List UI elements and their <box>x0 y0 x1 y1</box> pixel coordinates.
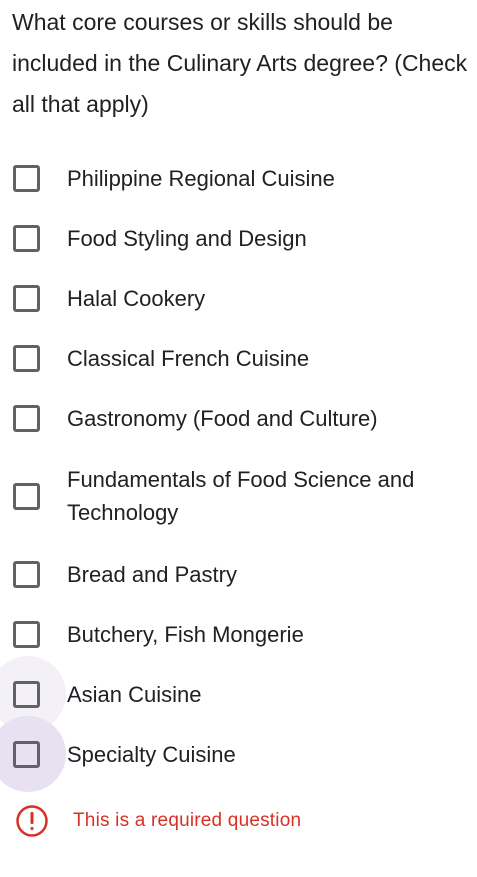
option-specialty-cuisine[interactable]: Specialty Cuisine <box>0 716 477 792</box>
option-philippine-regional-cuisine[interactable]: Philippine Regional Cuisine <box>0 148 477 208</box>
checkbox[interactable] <box>13 405 40 432</box>
option-label: Specialty Cuisine <box>67 741 236 767</box>
checkbox[interactable] <box>13 285 40 312</box>
option-halal-cookery[interactable]: Halal Cookery <box>0 268 477 328</box>
option-food-styling-and-design[interactable]: Food Styling and Design <box>0 208 477 268</box>
option-label: Asian Cuisine <box>67 681 202 707</box>
option-label: Bread and Pastry <box>67 561 237 587</box>
checkbox[interactable] <box>13 483 40 510</box>
error-icon <box>16 805 48 837</box>
checkbox[interactable] <box>13 165 40 192</box>
checkbox[interactable] <box>13 741 40 768</box>
option-food-science-and-technology[interactable]: Fundamentals of Food Science and Technol… <box>0 448 477 544</box>
option-label: Fundamentals of Food Science and Technol… <box>67 467 415 525</box>
option-label: Classical French Cuisine <box>67 345 310 371</box>
checkbox[interactable] <box>13 621 40 648</box>
checkbox-group: Philippine Regional Cuisine Food Styling… <box>0 148 477 792</box>
checkbox[interactable] <box>13 225 40 252</box>
checkbox[interactable] <box>13 561 40 588</box>
checkbox[interactable] <box>13 681 40 708</box>
option-bread-and-pastry[interactable]: Bread and Pastry <box>0 544 477 604</box>
option-classical-french-cuisine[interactable]: Classical French Cuisine <box>0 328 477 388</box>
option-label: Gastronomy (Food and Culture) <box>67 405 378 431</box>
option-label: Halal Cookery <box>67 285 206 311</box>
option-label: Butchery, Fish Mongerie <box>67 621 304 647</box>
option-butchery-fish-mongerie[interactable]: Butchery, Fish Mongerie <box>0 604 477 664</box>
option-label: Food Styling and Design <box>67 225 307 251</box>
error-message: This is a required question <box>73 810 302 831</box>
checkbox[interactable] <box>13 345 40 372</box>
option-asian-cuisine[interactable]: Asian Cuisine <box>0 656 477 732</box>
validation-error: This is a required question <box>15 804 301 838</box>
option-gastronomy[interactable]: Gastronomy (Food and Culture) <box>0 388 477 448</box>
question-title: What core courses or skills should be in… <box>12 9 468 117</box>
option-label: Philippine Regional Cuisine <box>67 165 335 191</box>
